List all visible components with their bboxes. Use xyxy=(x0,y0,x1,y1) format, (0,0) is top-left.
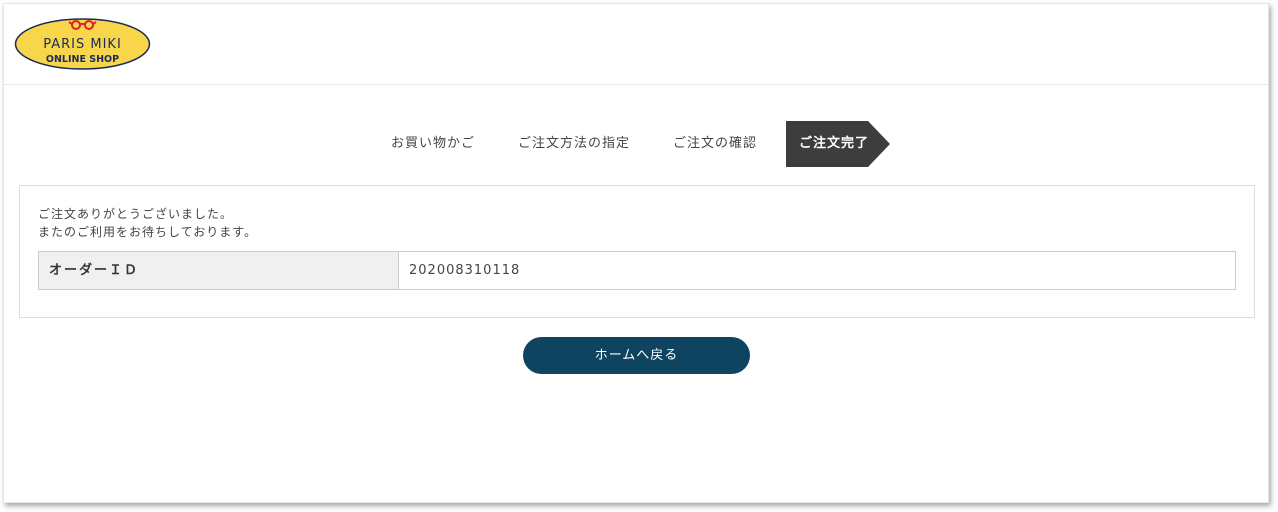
thank-you-line-2: またのご利用をお待ちしております。 xyxy=(38,225,258,239)
logo-graphic: PARIS MIKI ONLINE SHOP xyxy=(14,18,151,70)
logo-text-main: PARIS MIKI xyxy=(43,37,122,52)
step-cart: お買い物かご xyxy=(391,136,476,151)
step-order-complete: ご注文完了 xyxy=(786,121,890,167)
active-step-label: ご注文完了 xyxy=(799,136,870,151)
checkout-steps: お買い物かご ご注文方法の指定 ご注文の確認 ご注文完了 xyxy=(4,121,1268,167)
back-to-home-button[interactable]: ホームへ戻る xyxy=(523,337,750,374)
logo-text-sub: ONLINE SHOP xyxy=(46,54,119,65)
order-id-label: オーダーＩＤ xyxy=(39,252,399,289)
order-id-table: オーダーＩＤ 202008310118 xyxy=(38,251,1236,290)
site-header: PARIS MIKI ONLINE SHOP xyxy=(4,4,1268,85)
thank-you-message: ご注文ありがとうございました。 またのご利用をお待ちしております。 xyxy=(38,205,257,241)
paris-miki-logo[interactable]: PARIS MIKI ONLINE SHOP xyxy=(14,16,151,70)
page-frame: PARIS MIKI ONLINE SHOP お買い物かご ご注文方法の指定 ご… xyxy=(3,3,1269,503)
step-order-confirm: ご注文の確認 xyxy=(673,136,758,151)
order-complete-panel: ご注文ありがとうございました。 またのご利用をお待ちしております。 オーダーＩＤ… xyxy=(19,185,1255,318)
order-id-value: 202008310118 xyxy=(409,263,521,278)
thank-you-line-1: ご注文ありがとうございました。 xyxy=(38,207,234,221)
step-order-method: ご注文方法の指定 xyxy=(518,136,631,151)
